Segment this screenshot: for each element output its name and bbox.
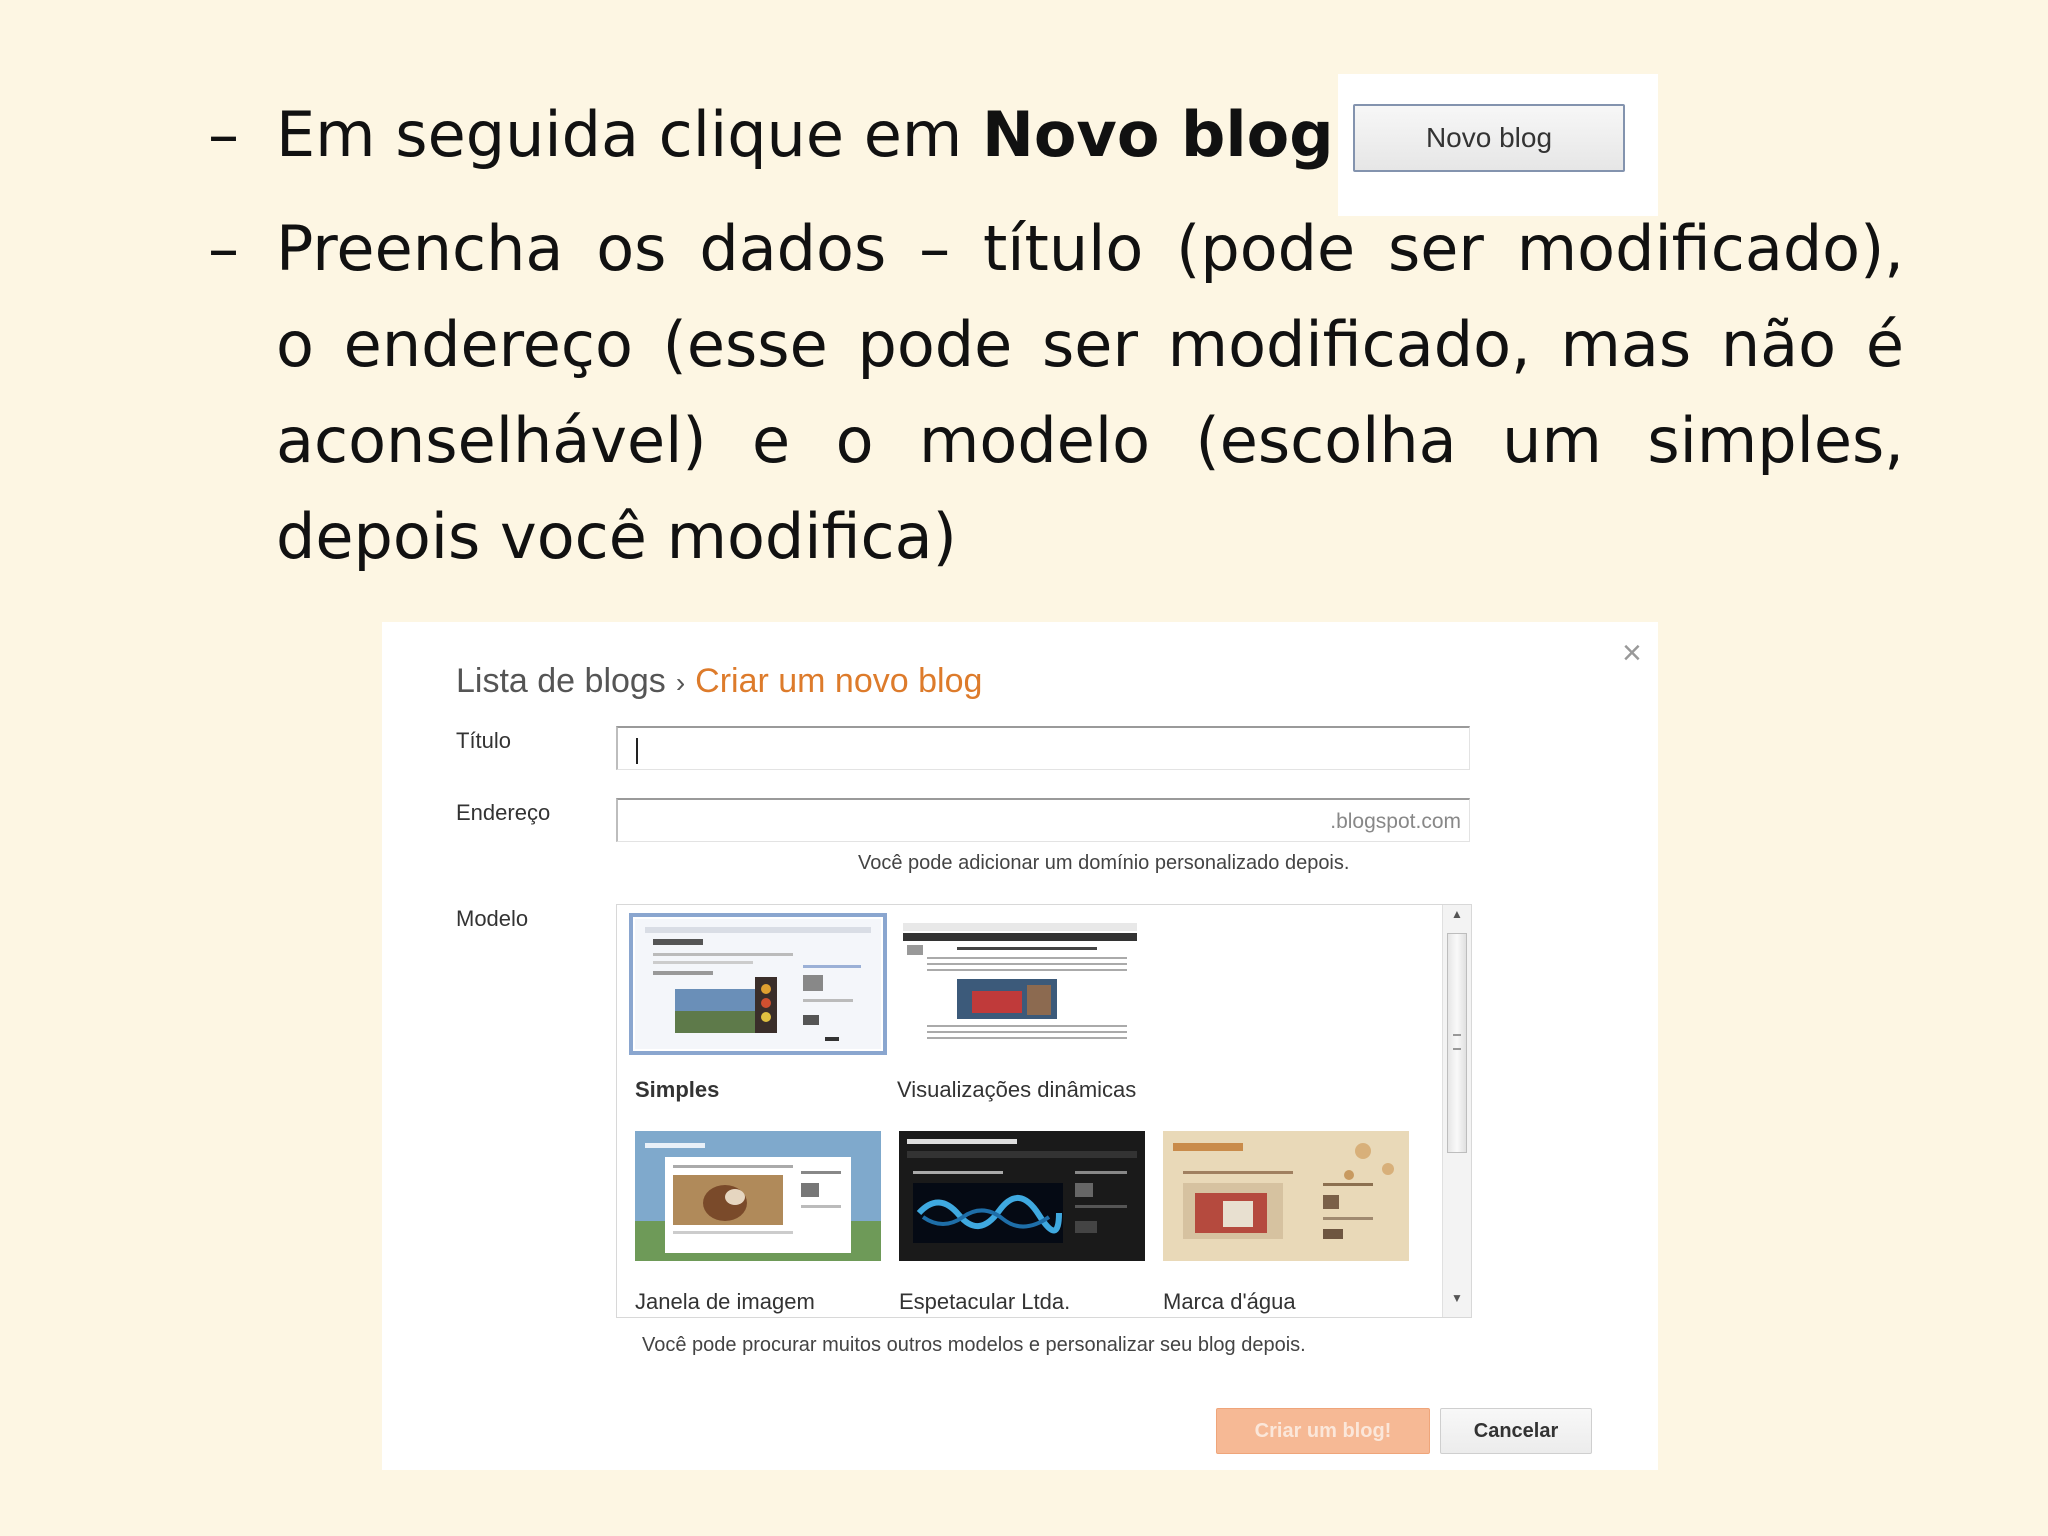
- bullet-1-bold: Novo blog: [981, 98, 1334, 171]
- breadcrumb: Lista de blogs › Criar um novo blog: [456, 662, 982, 701]
- address-suffix: .blogspot.com: [1330, 810, 1461, 833]
- template-thumbnail: [1163, 1131, 1409, 1261]
- novo-blog-button[interactable]: Novo blog: [1353, 104, 1625, 172]
- template-name: Espetacular Ltda.: [899, 1289, 1071, 1314]
- title-label: Título: [456, 728, 512, 753]
- bullet-2-line-4: depois você modifica): [276, 500, 957, 573]
- template-name: Visualizações dinâmicas: [897, 1077, 1137, 1102]
- text-caret: [636, 738, 638, 764]
- template-thumbnail: [897, 919, 1143, 1049]
- address-hint: Você pode adicionar um domínio personali…: [858, 852, 1350, 874]
- bullet-1: Em seguida clique em Novo blog: [276, 104, 1334, 166]
- create-blog-dialog: × Lista de blogs › Criar um novo blog Títu…: [382, 622, 1658, 1470]
- template-name: Simples: [635, 1077, 720, 1102]
- grip-icon: [1453, 1034, 1461, 1050]
- bullet-marker: –: [208, 212, 239, 285]
- slide-text: – Em seguida clique em Novo blog Novo bl…: [0, 0, 2048, 600]
- cancel-button[interactable]: Cancelar: [1440, 1408, 1592, 1454]
- template-thumbnail: [635, 1131, 881, 1261]
- breadcrumb-separator-icon: ›: [675, 667, 686, 698]
- template-thumbnail: [629, 913, 887, 1055]
- scroll-down-icon[interactable]: ▼: [1443, 1291, 1471, 1315]
- scroll-up-icon[interactable]: ▲: [1443, 907, 1471, 931]
- template-hint: Você pode procurar muitos outros modelos…: [642, 1334, 1306, 1356]
- close-icon[interactable]: ×: [1622, 634, 1642, 673]
- novo-blog-button-screenshot: Novo blog: [1338, 74, 1658, 216]
- template-thumbnail: [899, 1131, 1145, 1261]
- template-label: Modelo: [456, 906, 529, 931]
- template-scrollbar[interactable]: ▲ ▼: [1442, 905, 1471, 1317]
- bullet-1-text: Em seguida clique em: [276, 98, 982, 171]
- breadcrumb-parent[interactable]: Lista de blogs: [456, 662, 666, 700]
- address-input[interactable]: .blogspot.com: [616, 798, 1470, 842]
- template-name: Marca d'água: [1163, 1289, 1296, 1314]
- address-label: Endereço: [456, 800, 551, 825]
- scrollbar-thumb[interactable]: [1447, 933, 1467, 1153]
- bullet-2-line-2: o endereço (esse pode ser modificado, ma…: [276, 308, 1904, 381]
- bullet-2-line-3: aconselhável) e o modelo (escolha um sim…: [276, 404, 1904, 477]
- bullet-marker: –: [208, 98, 239, 171]
- bullet-2-line-1: Preencha os dados – título (pode ser mod…: [276, 212, 1904, 285]
- breadcrumb-current: Criar um novo blog: [695, 662, 983, 700]
- title-input[interactable]: [616, 726, 1470, 770]
- create-blog-button[interactable]: Criar um blog!: [1216, 1408, 1430, 1454]
- template-name: Janela de imagem: [635, 1289, 815, 1314]
- template-list: Simples Visualizações dinâmicas Janela d…: [616, 904, 1472, 1318]
